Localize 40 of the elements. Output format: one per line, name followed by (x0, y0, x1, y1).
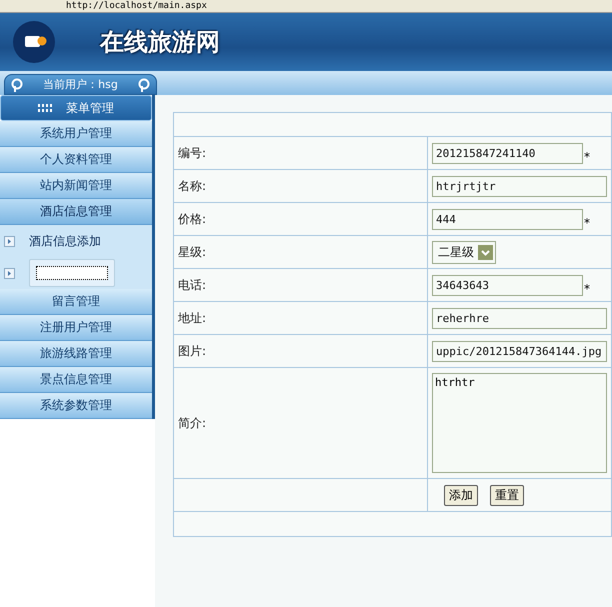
menu-item[interactable]: 景点信息管理 (0, 367, 152, 393)
menu-item[interactable]: 站内新闻管理 (0, 173, 152, 199)
logo-icon (12, 20, 56, 64)
required-mark: * (584, 282, 590, 296)
field-label: 编号: (178, 146, 206, 160)
text-field[interactable]: 34643643 (432, 274, 583, 296)
menu-item[interactable]: 注册用户管理 (0, 315, 152, 341)
submenu-item[interactable]: 酒店信息添加 (0, 225, 152, 257)
text-field[interactable]: htrjrtjtr (432, 176, 607, 196)
star-rating-select[interactable]: 二星级 (432, 240, 496, 264)
form-button[interactable]: 重置 (490, 484, 524, 506)
text-field[interactable]: reherhre (432, 308, 607, 328)
site-title: 在线旅游网 (100, 26, 220, 58)
required-mark: * (584, 150, 590, 164)
field-label: 图片: (178, 344, 206, 358)
ring-icon (11, 78, 23, 92)
grid-icon (38, 104, 52, 112)
menu-item[interactable]: 系统参数管理 (0, 393, 152, 419)
ring-icon (138, 78, 150, 92)
submenu-item[interactable] (0, 257, 152, 289)
menu-item[interactable]: 个人资料管理 (0, 147, 152, 173)
required-mark: * (584, 216, 590, 230)
field-label: 简介: (178, 416, 206, 430)
description-field[interactable]: htrhtr (432, 373, 607, 473)
menu-item[interactable]: 留言管理 (0, 289, 152, 315)
menu-item[interactable]: 系统用户管理 (0, 121, 152, 147)
form-button[interactable]: 添加 (444, 484, 478, 506)
field-label: 价格: (178, 212, 206, 226)
menu-item[interactable]: 旅游线路管理 (0, 341, 152, 367)
field-label: 星级: (178, 244, 206, 258)
field-label: 电话: (178, 278, 206, 292)
menu-title: 菜单管理 (66, 100, 114, 116)
text-field[interactable]: uppic/201215847364144.jpg (432, 340, 607, 362)
text-field[interactable]: 444 (432, 208, 583, 230)
field-label: 地址: (178, 310, 206, 324)
text-field[interactable]: 201215847241140 (432, 142, 583, 164)
address-url[interactable]: http://localhost/main.aspx (66, 1, 207, 12)
menu-item[interactable]: 酒店信息管理 (0, 199, 152, 225)
current-user-label: 当前用户：hsg (43, 77, 118, 92)
field-label: 名称: (178, 178, 206, 192)
